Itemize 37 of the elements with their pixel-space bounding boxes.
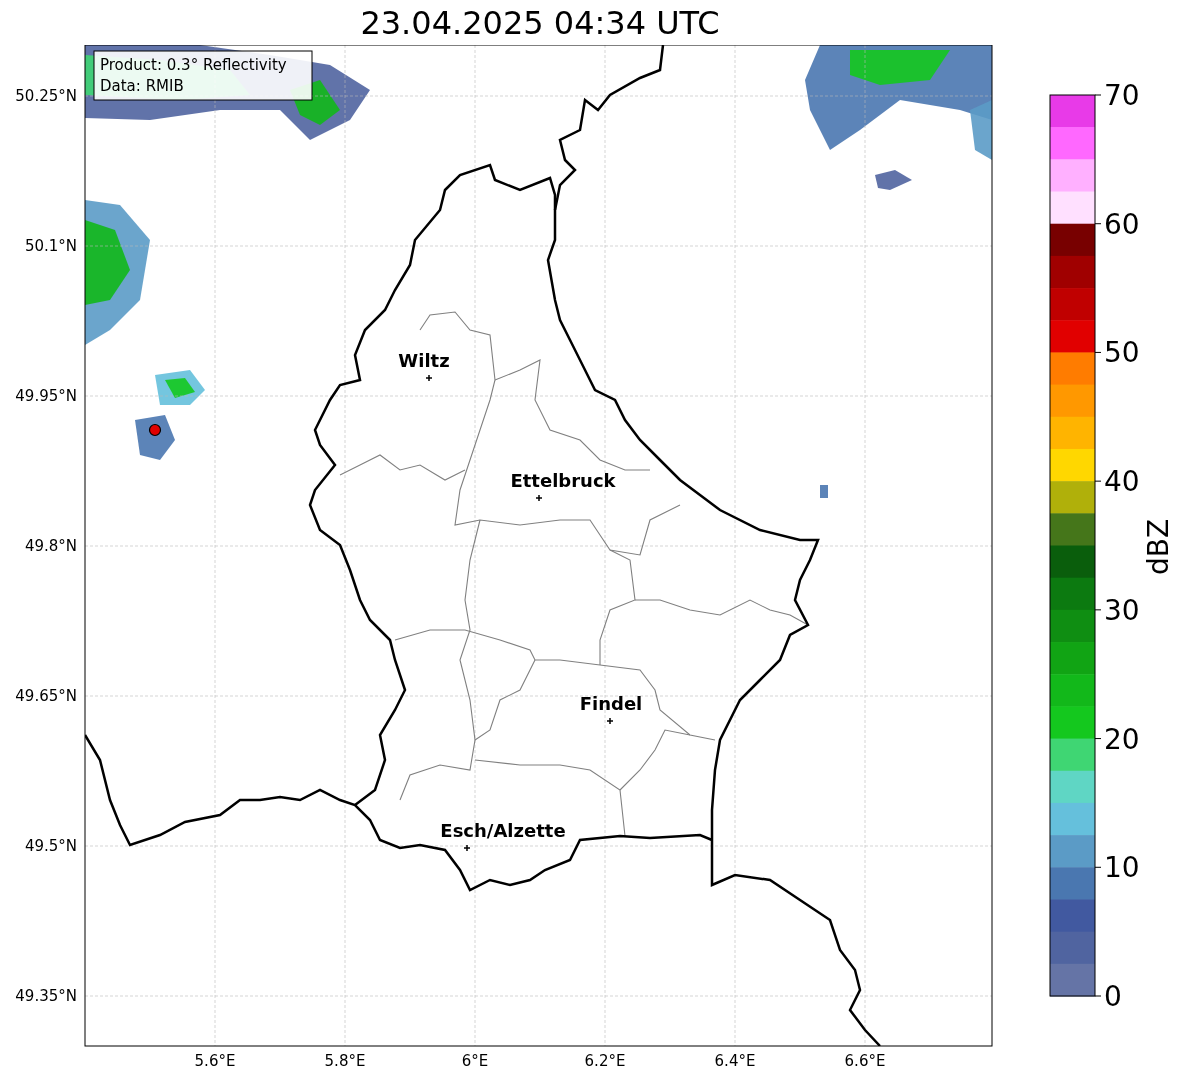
- colorbar-tick-label: 60: [1104, 207, 1140, 241]
- colorbar-tick-label: 70: [1104, 79, 1140, 112]
- colorbar-label: dBZ: [1142, 518, 1175, 576]
- radar-echo: [820, 485, 828, 498]
- city-label: Esch/Alzette: [440, 820, 566, 841]
- legend-text: Data: RMIB: [100, 77, 184, 95]
- longitude-label: 6°E: [461, 1052, 489, 1070]
- city-marker-icon: [425, 374, 433, 382]
- city-label: Ettelbruck: [510, 470, 616, 491]
- longitude-label: 6.4°E: [714, 1052, 756, 1070]
- legend-text: Product: 0.3° Reflectivity: [100, 56, 287, 74]
- longitude-label: 5.6°E: [194, 1052, 236, 1070]
- colorbar-tick-label: 10: [1104, 851, 1140, 885]
- colorbar-tick-label: 50: [1104, 336, 1140, 370]
- city-marker-icon: [463, 844, 471, 852]
- latitude-label: 50.1°N: [24, 237, 77, 255]
- longitude-label: 6.2°E: [584, 1052, 626, 1070]
- latitude-label: 49.35°N: [15, 987, 77, 1005]
- latitude-label: 50.25°N: [15, 87, 77, 105]
- city-marker-icon: [606, 717, 614, 725]
- colorbar-tick-label: 0: [1104, 980, 1122, 1013]
- radar-echo: [875, 170, 912, 190]
- colorbar-tick-label: 20: [1104, 722, 1140, 756]
- longitude-label: 6.6°E: [844, 1052, 886, 1070]
- city-label: Findel: [579, 693, 643, 714]
- latitude-label: 49.8°N: [24, 537, 77, 555]
- radar-site-marker: [148, 423, 162, 437]
- radar-echo: [135, 415, 175, 460]
- latitude-label: 49.65°N: [15, 687, 77, 705]
- city-label: Wiltz: [398, 350, 450, 371]
- latitude-label: 49.95°N: [15, 387, 77, 405]
- latitude-label: 49.5°N: [24, 837, 77, 855]
- longitude-label: 5.8°E: [324, 1052, 366, 1070]
- map-title: 23.04.2025 04:34 UTC: [360, 3, 720, 42]
- city-marker-icon: [535, 494, 543, 502]
- colorbar-tick-label: 40: [1104, 465, 1140, 499]
- colorbar-tick-label: 30: [1104, 593, 1140, 627]
